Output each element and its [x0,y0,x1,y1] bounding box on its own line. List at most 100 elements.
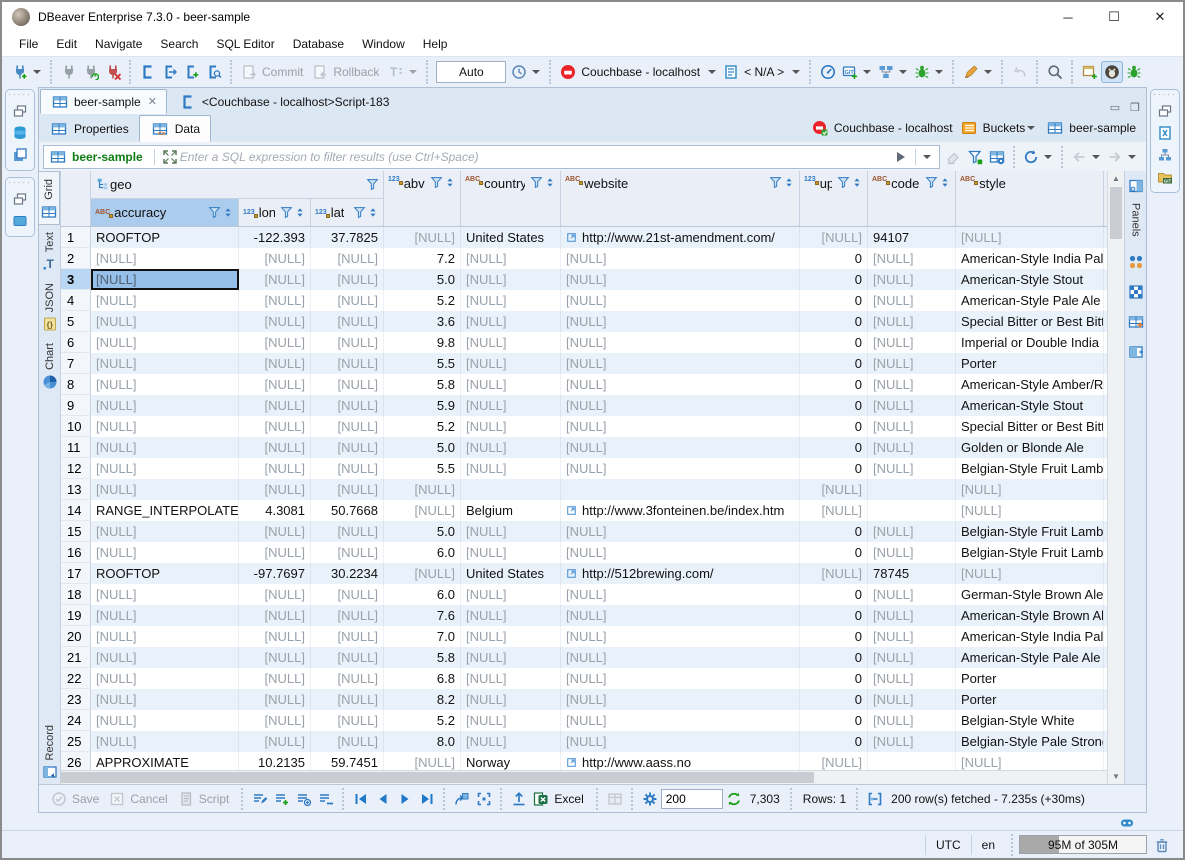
grid-settings-icon[interactable] [986,146,1008,168]
breadcrumb-dropdown[interactable] [1027,126,1035,130]
cell-lat[interactable]: 30.2234 [311,563,384,584]
cell-lat[interactable]: [NULL] [311,689,384,710]
cell-lon[interactable]: [NULL] [239,731,311,752]
cell-upc[interactable]: 0 [800,311,868,332]
cell-upc[interactable]: [NULL] [800,563,868,584]
reconnect-icon[interactable] [80,61,102,83]
cell-country[interactable]: [NULL] [461,689,561,710]
refresh-icon[interactable] [1020,146,1042,168]
cell-accuracy[interactable]: [NULL] [91,542,239,563]
cell-country[interactable] [461,479,561,500]
cell-lat[interactable]: [NULL] [311,584,384,605]
cell-lat[interactable]: 50.7668 [311,500,384,521]
cell-website[interactable]: [NULL] [561,458,800,479]
git-dropdown[interactable] [863,70,871,74]
cell-abv[interactable]: 5.0 [384,437,461,458]
cell-upc[interactable]: 0 [800,332,868,353]
menu-item-sql-editor[interactable]: SQL Editor [207,34,283,54]
cell-accuracy[interactable]: ROOFTOP [91,227,239,248]
cell-upc[interactable]: 0 [800,542,868,563]
cell-website[interactable]: [NULL] [561,584,800,605]
cell-website[interactable]: [NULL] [561,290,800,311]
cell-lat[interactable]: [NULL] [311,668,384,689]
row-number[interactable]: 11 [61,437,91,458]
cell-style[interactable]: Belgian-Style Fruit Lambi [956,521,1104,542]
row-number[interactable]: 3 [61,269,91,290]
restore-view-icon[interactable]: ❐ [1130,101,1140,114]
column-header-style[interactable]: ABCstyle [956,171,1104,226]
cell-abv[interactable]: 7.2 [384,248,461,269]
scroll-down-icon[interactable]: ▼ [1108,769,1124,784]
column-filter-icon[interactable] [280,206,293,219]
cell-style[interactable]: Belgian-Style Fruit Lambi [956,458,1104,479]
cell-lat[interactable]: [NULL] [311,521,384,542]
cell-lat[interactable]: [NULL] [311,269,384,290]
cell-abv[interactable]: 6.0 [384,584,461,605]
cell-code[interactable]: 78745 [868,563,956,584]
cell-accuracy[interactable]: [NULL] [91,458,239,479]
cell-abv[interactable]: 6.8 [384,668,461,689]
cell-website[interactable]: [NULL] [561,521,800,542]
cell-upc[interactable]: 0 [800,521,868,542]
sql-templates-icon[interactable] [203,61,225,83]
focus-cell-icon[interactable] [473,788,495,810]
cell-abv[interactable]: [NULL] [384,752,461,770]
couchbase-icon[interactable] [557,61,579,83]
cell-website[interactable]: [NULL] [561,311,800,332]
cell-lon[interactable]: [NULL] [239,668,311,689]
cell-country[interactable]: [NULL] [461,647,561,668]
cell-country[interactable]: [NULL] [461,437,561,458]
column-sort-icon[interactable] [939,176,951,189]
column-filter-icon[interactable] [366,178,379,191]
column-sort-icon[interactable] [367,206,379,219]
cell-lat[interactable]: 37.7825 [311,227,384,248]
close-button[interactable]: ✕ [1137,2,1183,32]
cell-lat[interactable]: [NULL] [311,731,384,752]
column-filter-icon[interactable] [925,176,938,189]
row-number[interactable]: 13 [61,479,91,500]
cell-lon[interactable]: [NULL] [239,542,311,563]
cell-lon[interactable]: [NULL] [239,332,311,353]
new-connection-dropdown[interactable] [33,70,41,74]
cell-code[interactable]: [NULL] [868,710,956,731]
connect-icon[interactable] [58,61,80,83]
cell-lon[interactable]: [NULL] [239,437,311,458]
cell-accuracy[interactable]: [NULL] [91,689,239,710]
menu-item-database[interactable]: Database [284,34,353,54]
cell-upc[interactable]: 0 [800,458,868,479]
drag-handle-icon[interactable]: ····· [1153,92,1176,98]
breadcrumb-buckets[interactable]: Buckets [959,118,1040,138]
row-number[interactable]: 15 [61,521,91,542]
nav-forward-dropdown[interactable] [1128,155,1136,159]
cell-style[interactable]: Belgian-Style Fruit Lambi [956,542,1104,563]
cell-code[interactable]: 94107 [868,227,956,248]
cell-country[interactable]: [NULL] [461,311,561,332]
row-number[interactable]: 1 [61,227,91,248]
cell-style[interactable]: American-Style Pale Ale [956,647,1104,668]
cell-country[interactable]: [NULL] [461,374,561,395]
row-number[interactable]: 26 [61,752,91,770]
cell-country[interactable]: United States [461,227,561,248]
cell-accuracy[interactable]: [NULL] [91,395,239,416]
cell-lat[interactable]: [NULL] [311,542,384,563]
cell-lon[interactable]: [NULL] [239,710,311,731]
cell-code[interactable]: [NULL] [868,374,956,395]
cell-style[interactable]: Porter [956,689,1104,710]
cell-abv[interactable]: [NULL] [384,227,461,248]
txn-mode-dropdown[interactable] [409,70,417,74]
cell-accuracy[interactable]: [NULL] [91,710,239,731]
txn-log-icon[interactable] [508,61,530,83]
row-number[interactable]: 21 [61,647,91,668]
cell-style[interactable]: Special Bitter or Best Bitt [956,311,1104,332]
cell-country[interactable]: [NULL] [461,416,561,437]
txn-log-dropdown[interactable] [532,70,540,74]
cell-accuracy[interactable]: [NULL] [91,626,239,647]
column-sort-icon[interactable] [294,206,306,219]
cell-lat[interactable]: [NULL] [311,479,384,500]
maximize-button[interactable]: ☐ [1091,2,1137,32]
breadcrumb-beer-sample[interactable]: beer-sample [1045,118,1136,138]
column-sort-icon[interactable] [444,176,456,189]
presentation-tab-json[interactable]: JSON{} [39,276,60,336]
cell-lon[interactable]: [NULL] [239,290,311,311]
row-number[interactable]: 14 [61,500,91,521]
